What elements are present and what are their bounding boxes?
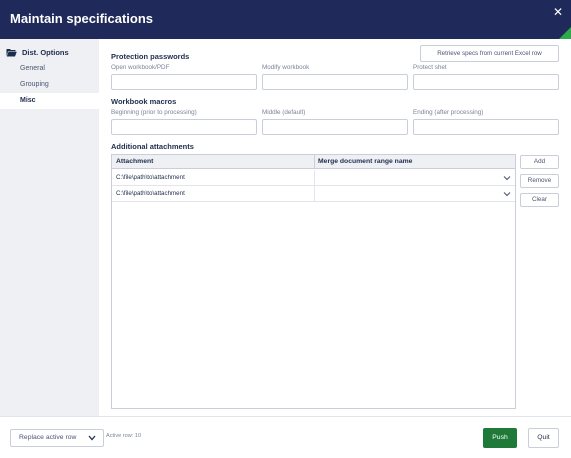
- macro-ending-field[interactable]: [413, 119, 559, 135]
- sidebar-item-general[interactable]: General: [0, 61, 99, 77]
- dialog-title: Maintain specifications: [10, 11, 154, 26]
- clear-button[interactable]: Clear: [520, 193, 559, 207]
- sidebar-item-label: Grouping: [20, 81, 49, 88]
- protect-sheet-field[interactable]: [413, 74, 559, 90]
- attachment-path-cell[interactable]: C:\file\path\to\attachment: [116, 186, 185, 202]
- table-header: Attachment Merge document range name: [112, 155, 515, 169]
- protection-passwords-title: Protection passwords: [111, 52, 190, 61]
- chevron-down-icon[interactable]: [503, 190, 511, 198]
- column-header-merge-range[interactable]: Merge document range name: [318, 155, 412, 169]
- folder-open-icon: [6, 48, 17, 56]
- chevron-down-icon[interactable]: [503, 174, 511, 182]
- quit-button[interactable]: Quit: [528, 428, 559, 448]
- add-button[interactable]: Add: [520, 155, 559, 169]
- macro-middle-field[interactable]: [262, 119, 408, 135]
- macro-beginning-label: Beginning (prior to processing): [111, 109, 197, 116]
- open-workbook-label: Open workbook/PDF: [111, 64, 170, 71]
- modify-workbook-label: Modify workbook: [262, 64, 310, 71]
- remove-button[interactable]: Remove: [520, 174, 559, 188]
- sidebar-item-label: General: [20, 65, 45, 72]
- accent-corner: [559, 27, 571, 39]
- additional-attachments-title: Additional attachments: [111, 142, 194, 151]
- macro-beginning-field[interactable]: [111, 119, 257, 135]
- close-icon[interactable]: ✕: [553, 5, 563, 19]
- sidebar-item-label: Misc: [20, 97, 36, 104]
- active-row-indicator: Active row: 10: [106, 433, 142, 439]
- column-divider: [314, 170, 315, 186]
- replace-mode-value: Replace active row: [19, 434, 77, 441]
- sidebar-header[interactable]: Dist. Options: [6, 46, 69, 58]
- sidebar: Dist. Options General Grouping Misc: [0, 39, 99, 416]
- macro-middle-label: Middle (default): [262, 109, 306, 116]
- title-bar: Maintain specifications ✕: [0, 0, 571, 39]
- sidebar-item-grouping[interactable]: Grouping: [0, 77, 99, 93]
- retrieve-specs-button[interactable]: Retrieve specs from current Excel row: [420, 45, 559, 62]
- attachments-table: Attachment Merge document range name C:\…: [111, 154, 516, 409]
- workbook-macros-title: Workbook macros: [111, 97, 177, 106]
- attachment-path-cell[interactable]: C:\file\path\to\attachment: [116, 170, 185, 186]
- table-row[interactable]: C:\file\path\to\attachment: [112, 170, 515, 186]
- sidebar-item-misc[interactable]: Misc: [0, 93, 99, 109]
- open-workbook-field[interactable]: [111, 74, 257, 90]
- chevron-down-icon: [88, 435, 96, 441]
- column-divider: [314, 186, 315, 202]
- push-button[interactable]: Push: [483, 428, 517, 448]
- replace-mode-select[interactable]: Replace active row: [10, 429, 104, 447]
- column-divider: [314, 155, 315, 169]
- modify-workbook-field[interactable]: [262, 74, 408, 90]
- protect-sheet-label: Protect shet: [413, 64, 447, 71]
- sidebar-header-label: Dist. Options: [22, 47, 69, 57]
- footer: Replace active row Active row: 10 Push Q…: [0, 416, 571, 458]
- macro-ending-label: Ending (after processing): [413, 109, 484, 116]
- table-row[interactable]: C:\file\path\to\attachment: [112, 186, 515, 202]
- maintain-specifications-dialog: Maintain specifications ✕ Dist. Options …: [0, 0, 571, 458]
- column-header-attachment[interactable]: Attachment: [116, 155, 153, 169]
- main-panel: Retrieve specs from current Excel row Pr…: [99, 39, 571, 416]
